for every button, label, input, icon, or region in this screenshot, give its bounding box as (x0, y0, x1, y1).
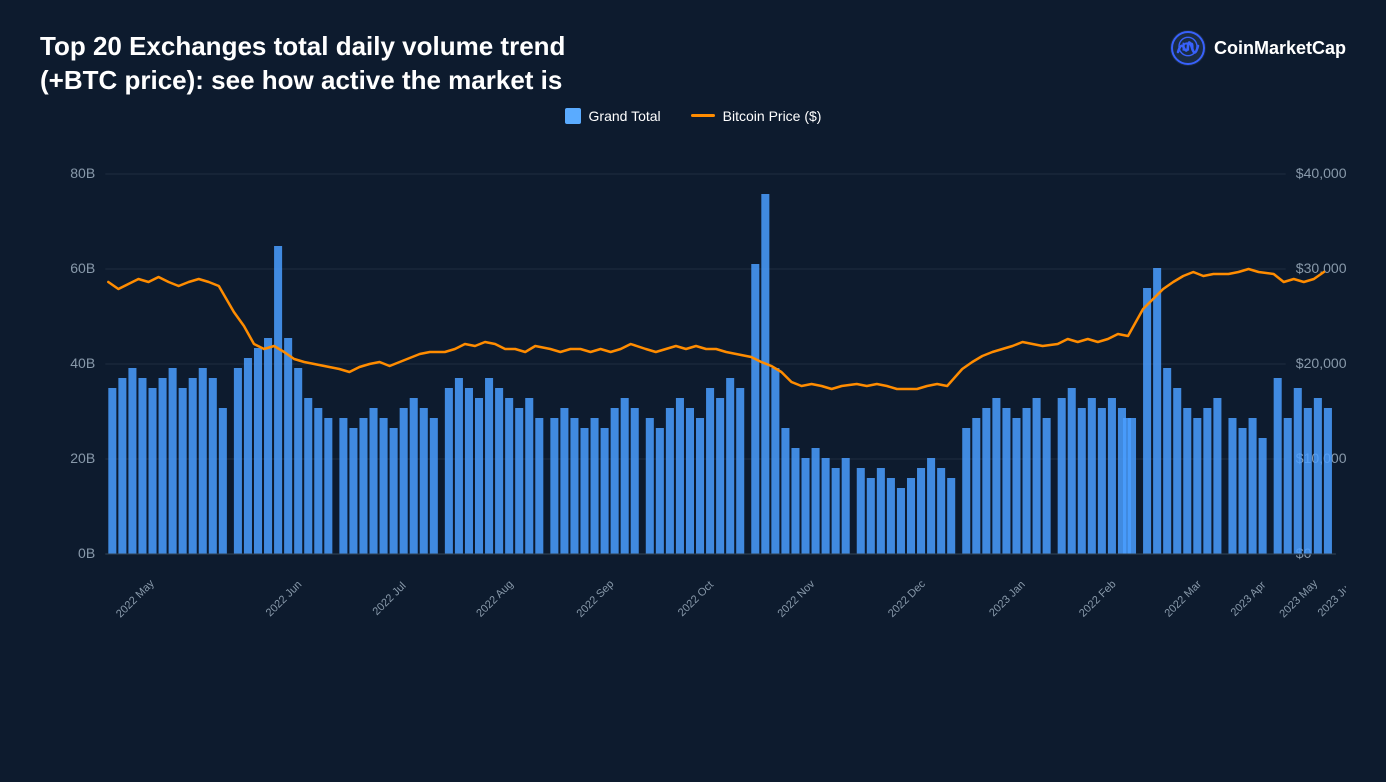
header: Top 20 Exchanges total daily volume tren… (40, 30, 1346, 98)
svg-text:$40,000: $40,000 (1296, 165, 1346, 181)
grand-total-color-box (565, 108, 581, 124)
svg-text:0B: 0B (78, 545, 95, 561)
legend-bitcoin-price: Bitcoin Price ($) (691, 108, 822, 124)
svg-text:2023 Jun: 2023 Jun (1316, 578, 1346, 618)
legend-grand-total: Grand Total (565, 108, 661, 124)
svg-text:2022 Aug: 2022 Aug (474, 578, 516, 619)
svg-text:2023 Jan: 2023 Jan (987, 578, 1028, 618)
svg-text:2022 Jun: 2022 Jun (264, 578, 305, 618)
chart-area: 80B 60B 40B 20B 0B $40,000 $30,000 $20,0… (40, 134, 1346, 674)
chart-title: Top 20 Exchanges total daily volume tren… (40, 30, 565, 98)
svg-text:20B: 20B (70, 450, 95, 466)
bitcoin-price-color-line (691, 114, 715, 117)
svg-text:2023 Apr: 2023 Apr (1229, 579, 1269, 619)
svg-text:$20,000: $20,000 (1296, 355, 1346, 371)
brand-logo-area: ⓜ CoinMarketCap (1170, 30, 1346, 66)
svg-text:2022 Mar: 2022 Mar (1162, 578, 1204, 620)
bitcoin-price-label: Bitcoin Price ($) (723, 108, 822, 124)
svg-text:2022 May: 2022 May (114, 577, 157, 620)
svg-text:2022 Nov: 2022 Nov (775, 577, 817, 619)
svg-text:80B: 80B (70, 165, 95, 181)
svg-text:2022 Jul: 2022 Jul (371, 580, 409, 618)
grand-total-label: Grand Total (589, 108, 661, 124)
chart-legend: Grand Total Bitcoin Price ($) (40, 108, 1346, 124)
main-chart-svg: 80B 60B 40B 20B 0B $40,000 $30,000 $20,0… (40, 134, 1346, 674)
svg-text:2022 Oct: 2022 Oct (676, 579, 716, 619)
svg-text:2022 Dec: 2022 Dec (886, 577, 928, 619)
svg-text:60B: 60B (70, 260, 95, 276)
chart-container: Top 20 Exchanges total daily volume tren… (0, 0, 1386, 782)
svg-text:40B: 40B (70, 355, 95, 371)
brand-name: CoinMarketCap (1214, 38, 1346, 59)
svg-text:2022 Sep: 2022 Sep (575, 578, 617, 620)
coinmarketcap-icon: ⓜ (1170, 30, 1206, 66)
svg-text:2023 May: 2023 May (1277, 577, 1320, 620)
svg-text:2022 Feb: 2022 Feb (1077, 578, 1119, 619)
